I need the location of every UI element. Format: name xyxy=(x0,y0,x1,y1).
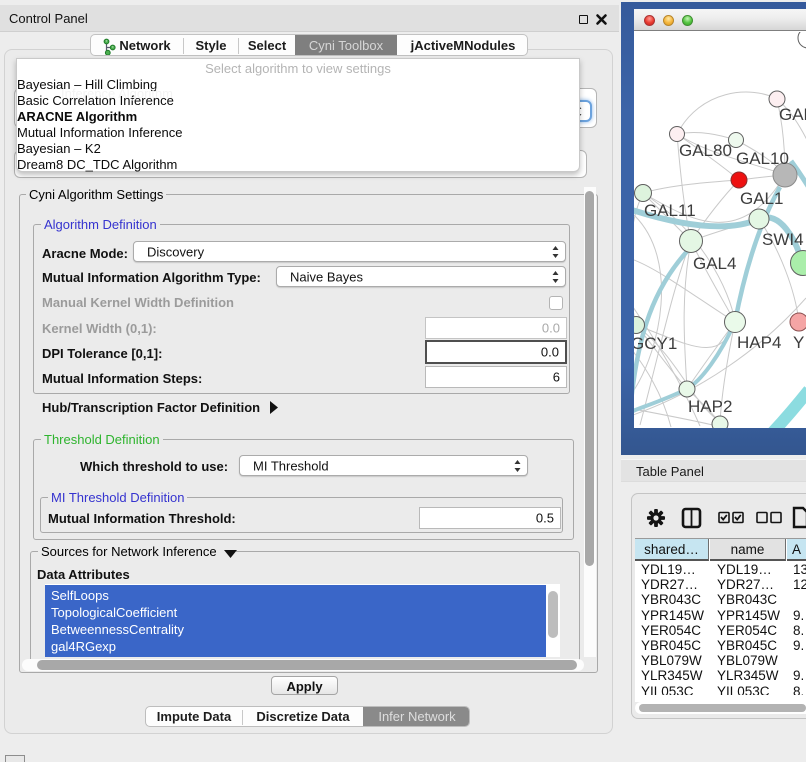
svg-text:HAP2: HAP2 xyxy=(688,397,732,416)
svg-text:GAL: GAL xyxy=(779,105,806,124)
svg-text:HAP4: HAP4 xyxy=(737,333,781,352)
svg-text:GAL80: GAL80 xyxy=(679,141,732,160)
svg-text:GAL11: GAL11 xyxy=(644,201,696,220)
svg-text:GAL10: GAL10 xyxy=(736,149,789,168)
svg-text:GAL1: GAL1 xyxy=(740,189,783,208)
svg-text:Y: Y xyxy=(793,333,804,352)
svg-text:SWI4: SWI4 xyxy=(762,230,804,249)
svg-text:GAL4: GAL4 xyxy=(693,254,736,273)
svg-text:GCY1: GCY1 xyxy=(634,334,677,353)
